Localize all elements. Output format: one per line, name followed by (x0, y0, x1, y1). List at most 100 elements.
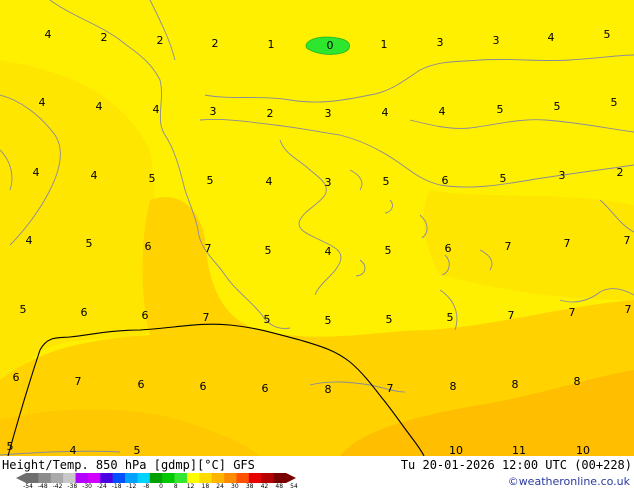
colorbar-swatch (149, 473, 163, 483)
temperature-label: 5 (149, 172, 156, 185)
colorbar-swatch (125, 473, 138, 483)
temperature-label: 3 (493, 34, 500, 47)
temperature-label: 2 (267, 107, 274, 120)
colorbar-swatch (100, 473, 113, 483)
colorbar-tick-label: 38 (245, 483, 254, 490)
colorbar-swatch (211, 473, 225, 483)
colorbar-swatch (63, 473, 76, 483)
temperature-label: 1 (268, 38, 275, 51)
temperature-label: 4 (96, 100, 103, 113)
footer-bar: Height/Temp. 850 hPa [gdmp][°C] GFS Tu 2… (0, 456, 634, 490)
temperature-label: 7 (625, 303, 632, 316)
temperature-label: 3 (325, 176, 332, 189)
colorbar-swatch (50, 473, 64, 483)
valid-time: Tu 20-01-2026 12:00 UTC (00+228) (400, 458, 632, 472)
temperature-label: 7 (564, 237, 571, 250)
colorbar-swatch (137, 473, 151, 483)
temperature-label: 7 (203, 311, 210, 324)
weather-map: 4 2 2 2 1 0 1 3 3 4 54 4 4 3 2 3 4 4 5 5 54 4 5 5 4 3 5 6 5 3 24 5 6 7 5 4 5… (0, 0, 634, 456)
colorbar-swatch (186, 473, 200, 483)
temperature-label: 7 (75, 375, 82, 388)
colorbar-swatch (38, 473, 52, 483)
map-title: Height/Temp. 850 hPa [gdmp][°C] GFS (2, 458, 255, 472)
temperature-label: 5 (447, 311, 454, 324)
temperature-label: 8 (574, 375, 581, 388)
colorbar-tick-label: 42 (260, 483, 269, 490)
colorbar-swatch (248, 473, 262, 483)
colorbar-swatch (199, 473, 213, 483)
colorbar-swatch (273, 473, 287, 483)
colorbar-tick-label: 30 (231, 483, 239, 490)
temperature-label: 1 (381, 38, 388, 51)
temperature-label: 4 (548, 31, 555, 44)
temperature-label: 5 (86, 237, 93, 250)
temperature-label: 7 (624, 234, 631, 247)
temperature-label: 4 (382, 106, 389, 119)
temperature-label: 5 (385, 244, 392, 257)
temperature-label: 6 (138, 378, 145, 391)
temperature-label: 8 (450, 380, 457, 393)
temperature-label: 8 (325, 383, 332, 396)
temperature-label: 5 (264, 313, 271, 326)
colorbar-tick-label: -8 (143, 483, 150, 490)
temperature-label: 10 (576, 444, 590, 456)
temperature-label: 6 (442, 174, 449, 187)
temperature-label: 4 (325, 245, 332, 258)
colorbar-tick-label: -42 (52, 483, 63, 490)
temperature-label: 2 (101, 31, 108, 44)
colorbar (16, 473, 296, 483)
temperature-label: 5 (20, 303, 27, 316)
temperature-label: 7 (387, 382, 394, 395)
colorbar-swatch (75, 473, 89, 483)
colorbar-tick-label: 48 (275, 483, 284, 490)
temperature-label: 4 (33, 166, 40, 179)
temperature-label: 4 (439, 105, 446, 118)
temperature-label: 5 (604, 28, 611, 41)
colorbar-tick-label: 24 (216, 483, 224, 490)
colorbar-tick-label: 18 (201, 483, 210, 490)
colorbar-arrow-left (16, 473, 26, 483)
colorbar-tick-label: 12 (186, 483, 195, 490)
colorbar-swatch (261, 473, 274, 483)
colorbar-tick-label: -18 (111, 483, 122, 490)
temperature-label: 6 (81, 306, 88, 319)
temperature-label: 5 (325, 314, 332, 327)
credit-link[interactable]: ©weatheronline.co.uk (508, 475, 630, 488)
temperature-label: 8 (512, 378, 519, 391)
colorbar-tick-label: -48 (37, 483, 48, 490)
temperature-label: 7 (205, 242, 212, 255)
temperature-label: 4 (266, 175, 273, 188)
colorbar-tick-label: 8 (173, 483, 178, 490)
colorbar-tick-label: 0 (159, 483, 163, 490)
temperature-label: 6 (13, 371, 20, 384)
temperature-label: 4 (70, 444, 77, 456)
temperature-label: 6 (145, 240, 152, 253)
colorbar-swatch (87, 473, 101, 483)
temperature-label: 5 (265, 244, 272, 257)
colorbar-tick-label: -54 (23, 483, 33, 490)
temperature-label: 10 (449, 444, 463, 456)
temperature-label: 3 (559, 169, 566, 182)
temperature-label: 0 (327, 39, 334, 52)
temperature-label: 3 (437, 36, 444, 49)
temperature-label: 4 (153, 103, 160, 116)
temperature-label: 4 (91, 169, 98, 182)
colorbar-swatch (224, 473, 237, 483)
colorbar-arrow-right (286, 473, 296, 483)
temperature-label: 4 (39, 96, 46, 109)
colorbar-tick-label: -12 (126, 483, 137, 490)
temperature-label: 5 (7, 440, 14, 453)
temperature-label: 4 (45, 28, 52, 41)
temperature-label: 4 (26, 234, 33, 247)
temperature-label: 7 (569, 306, 576, 319)
colorbar-swatch (174, 473, 188, 483)
temperature-label: 5 (134, 444, 141, 456)
temperature-label: 5 (500, 172, 507, 185)
temperature-label: 3 (325, 107, 332, 120)
temperature-label: 5 (207, 174, 214, 187)
temperature-label: 5 (383, 175, 390, 188)
temperature-label: 6 (200, 380, 207, 393)
temperature-label: 2 (157, 34, 164, 47)
temperature-label: 2 (617, 166, 624, 179)
temperature-label: 7 (508, 309, 515, 322)
